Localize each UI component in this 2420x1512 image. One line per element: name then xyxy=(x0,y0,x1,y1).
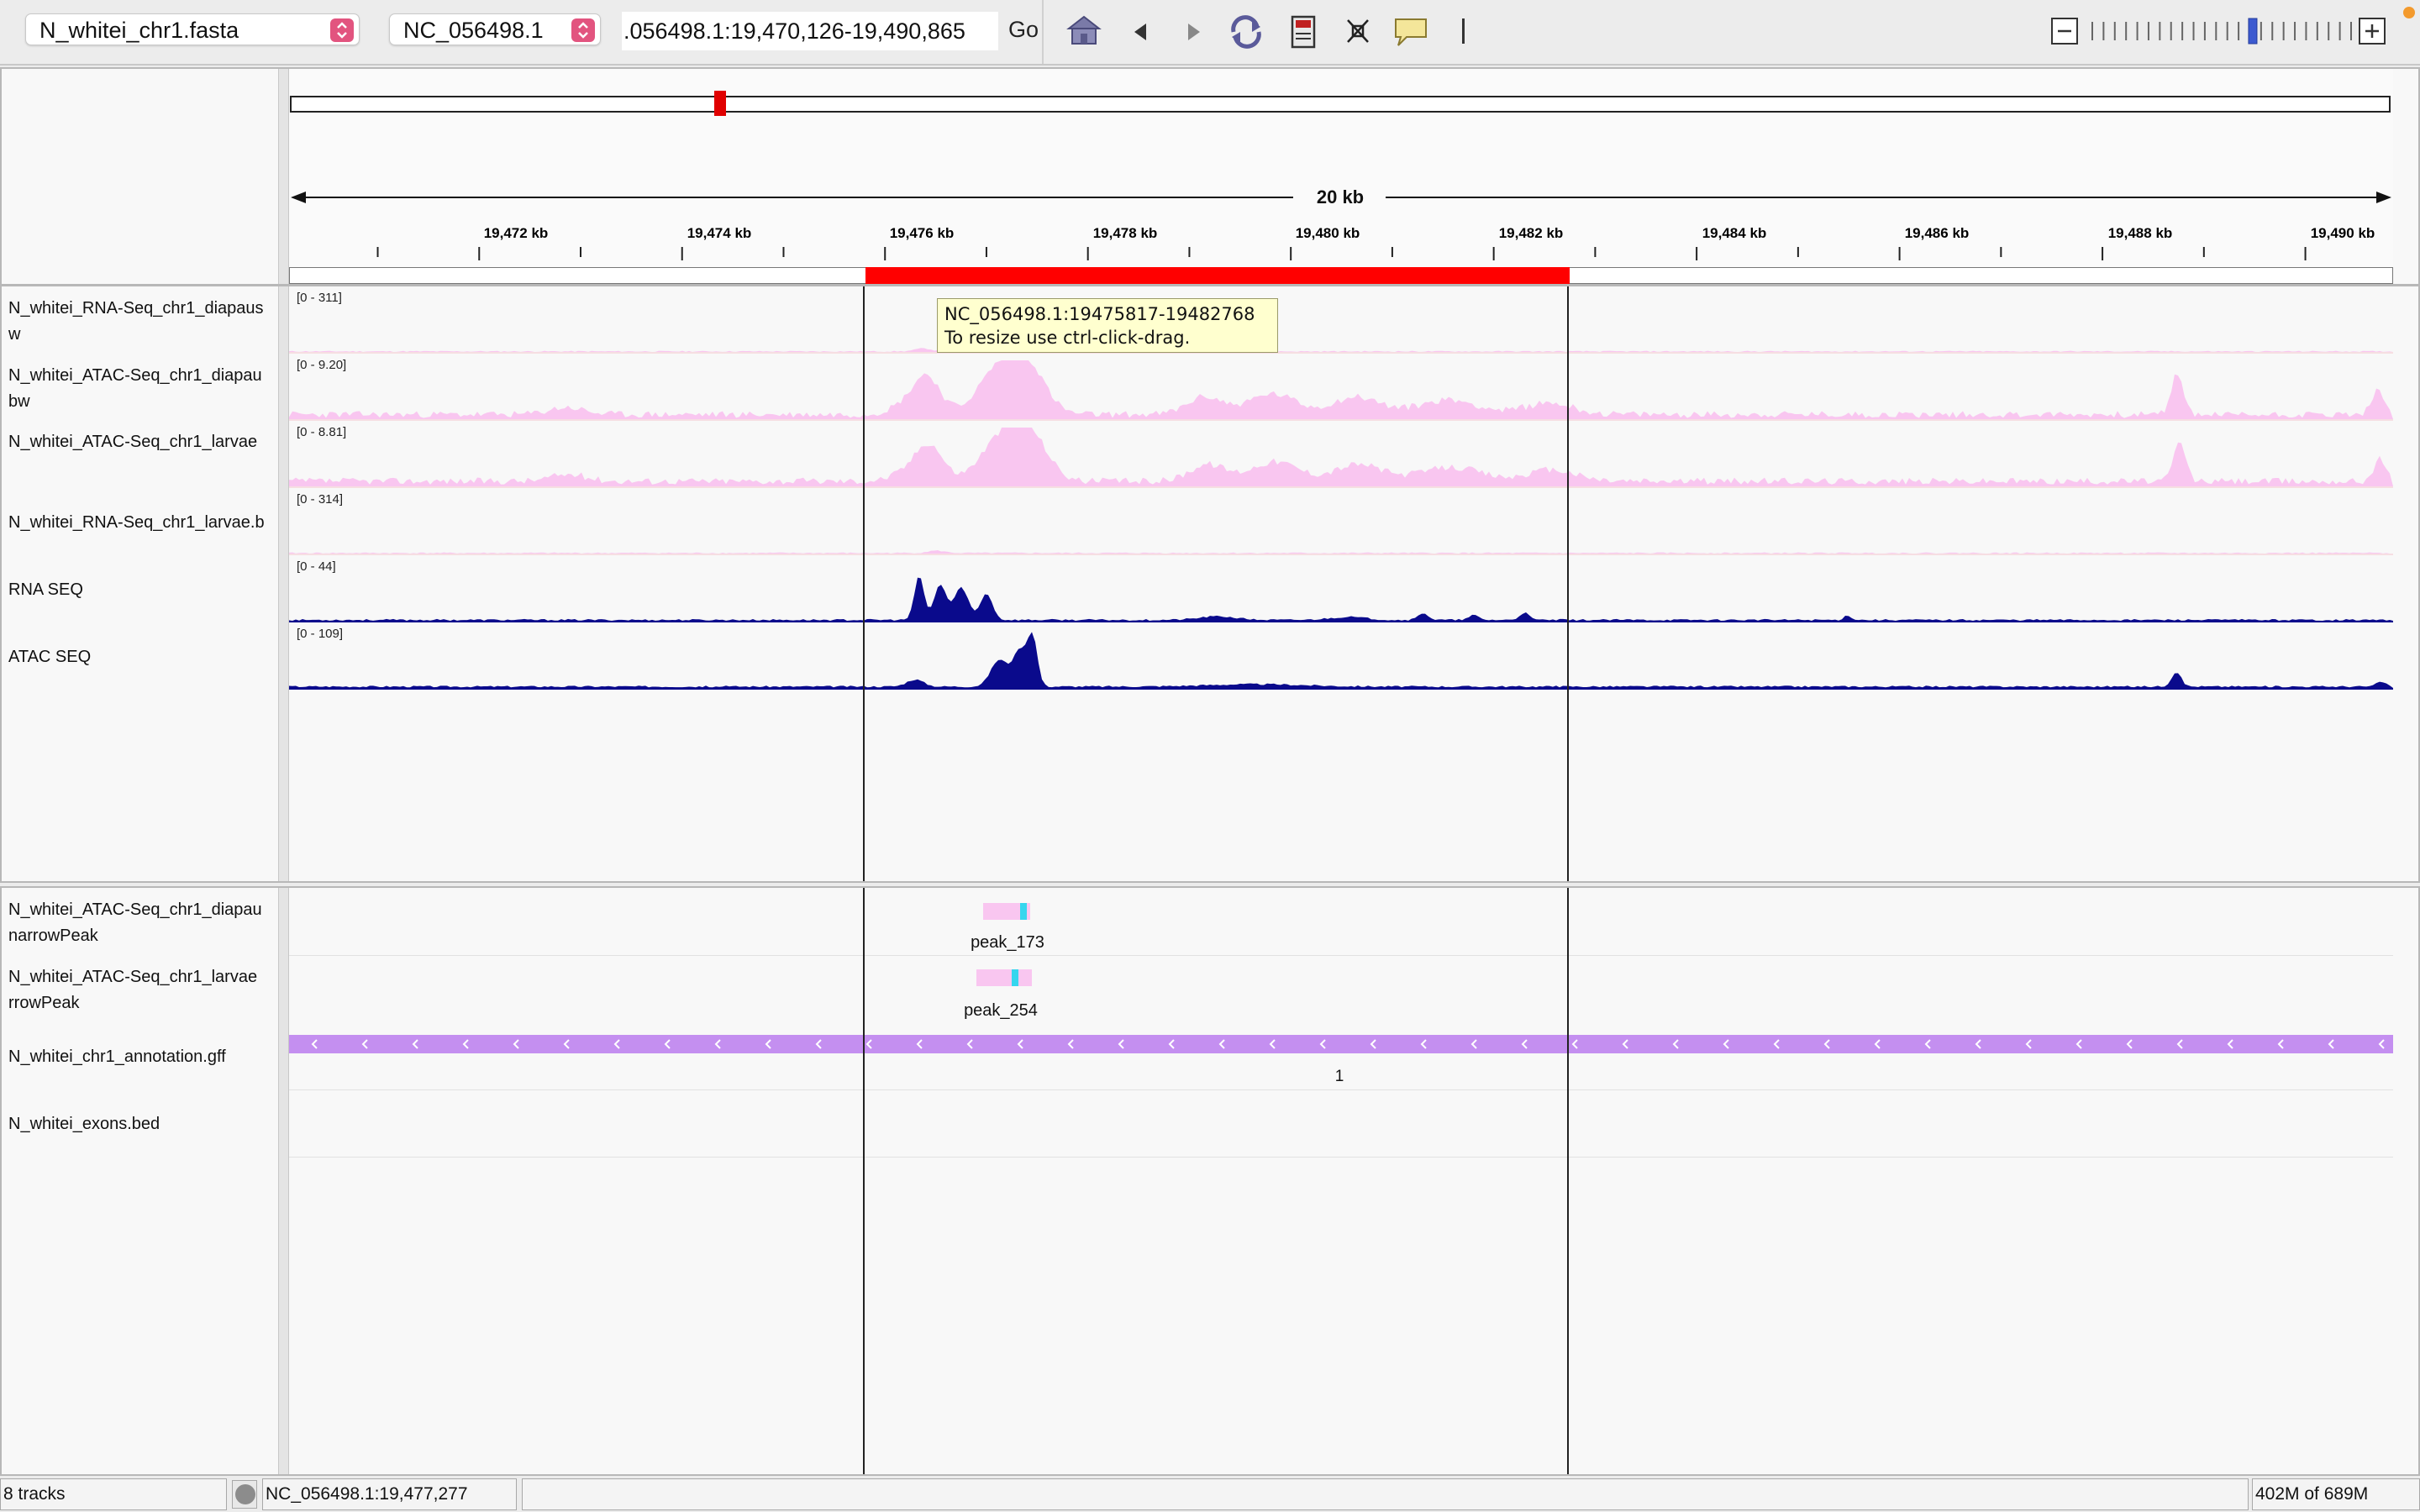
region-icon[interactable] xyxy=(1291,15,1316,49)
toolbar-separator xyxy=(1462,18,1465,44)
atac-seq-signal xyxy=(289,632,2393,688)
peak-feature[interactable] xyxy=(976,969,1032,986)
rna-seq-signal xyxy=(289,577,2393,621)
ruler-tick-label: 19,490 kb xyxy=(2310,225,2375,241)
atac-larvae-signal xyxy=(289,428,2393,486)
ruler-ticks xyxy=(376,247,2307,260)
genome-dropdown[interactable]: N_whitei_chr1.fasta xyxy=(25,13,360,45)
ruler-tick-label: 19,472 kb xyxy=(483,225,549,241)
track-name[interactable]: N_whitei_ATAC-Seq_chr1_larvae rrowPeak xyxy=(8,964,276,1016)
locus-input[interactable]: .056498.1:19,470,126-19,490,865 xyxy=(622,12,998,50)
cursor-position: NC_056498.1:19,477,277 xyxy=(262,1478,517,1510)
track-name[interactable]: N_whitei_exons.bed xyxy=(8,1111,276,1137)
tooltip-line: NC_056498.1:19475817-19482768 xyxy=(944,304,1255,324)
ruler-tick-label: 19,488 kb xyxy=(2107,225,2173,241)
window-indicator-icon xyxy=(2403,7,2415,18)
chromosome-dropdown[interactable]: NC_056498.1 xyxy=(389,13,601,45)
gene-feature[interactable] xyxy=(289,1035,2393,1053)
peak-label: peak_173 xyxy=(971,933,1044,952)
ruler-tick-label: 19,478 kb xyxy=(1092,225,1158,241)
track-separator xyxy=(289,1157,2393,1158)
roi-boundary-left xyxy=(863,888,865,1474)
ruler-tick-label: 19,480 kb xyxy=(1295,225,1360,241)
zoom-in-icon[interactable] xyxy=(2358,17,2386,45)
chromosome-ideogram[interactable] xyxy=(290,96,2391,113)
refresh-icon[interactable] xyxy=(1227,13,1265,50)
roi-boundary-right xyxy=(1567,888,1569,1474)
zoom-slider-thumb xyxy=(2248,18,2258,45)
dropdown-arrows-icon xyxy=(330,18,354,42)
peak-label: peak_254 xyxy=(964,1001,1038,1020)
fit-icon[interactable] xyxy=(1344,17,1371,45)
name-panel-divider[interactable] xyxy=(278,888,289,1474)
toolbar: N_whitei_chr1.fasta NC_056498.1 .056498.… xyxy=(0,0,2420,66)
track-data-range: [0 - 44] xyxy=(297,559,336,574)
status-message xyxy=(522,1478,2249,1510)
track-data-range: [0 - 109] xyxy=(297,627,344,641)
track-data-range: [0 - 314] xyxy=(297,492,344,507)
signal-tracks[interactable] xyxy=(289,286,2393,881)
track-name[interactable]: N_whitei_ATAC-Seq_chr1_larvae xyxy=(8,429,276,455)
track-data-range: [0 - 311] xyxy=(297,291,342,305)
ruler-tick-label: 19,482 kb xyxy=(1498,225,1564,241)
feature-tracks-area[interactable]: peak_173 peak_254 1 xyxy=(289,888,2393,1474)
ideogram-current-region xyxy=(714,91,726,116)
track-name[interactable]: N_whitei_ATAC-Seq_chr1_diapau narrowPeak xyxy=(8,897,276,949)
gene-label: 1 xyxy=(1334,1068,1344,1085)
track-separator xyxy=(289,955,2393,956)
status-indicator xyxy=(232,1480,257,1509)
ruler-scale-label: 20 kb xyxy=(1316,186,1365,207)
chromosome-dropdown-label: NC_056498.1 xyxy=(403,18,544,43)
atac-diapause-signal xyxy=(289,360,2393,419)
ruler-tick-label: 19,474 kb xyxy=(687,225,752,241)
roi-boundary-right xyxy=(1567,286,1569,881)
track-count: 8 tracks xyxy=(0,1478,227,1510)
rna-diapause-signal xyxy=(289,348,2393,352)
genome-dropdown-label: N_whitei_chr1.fasta xyxy=(39,18,239,43)
track-name[interactable]: N_whitei_RNA-Seq_chr1_diapaus w xyxy=(8,296,276,348)
name-panel-divider[interactable] xyxy=(278,69,289,284)
roi-tooltip: NC_056498.1:19475817-19482768 To resize … xyxy=(937,298,1278,353)
status-circle-icon xyxy=(235,1484,255,1504)
rna-larvae-signal xyxy=(289,550,2393,554)
peak-summit xyxy=(1012,969,1018,986)
tooltip-line: To resize use ctrl-click-drag. xyxy=(944,328,1191,348)
roi-boundary-left xyxy=(863,286,865,881)
track-separator xyxy=(289,1089,2393,1090)
zoom-out-icon[interactable] xyxy=(2050,17,2079,45)
region-of-interest-bar[interactable] xyxy=(865,267,1570,284)
dropdown-arrows-icon xyxy=(571,18,595,42)
track-data-range: [0 - 8.81] xyxy=(297,425,347,439)
track-name[interactable]: N_whitei_ATAC-Seq_chr1_diapau bw xyxy=(8,363,276,415)
ruler-tick-label: 19,476 kb xyxy=(889,225,955,241)
track-data-range: [0 - 9.20] xyxy=(297,358,347,372)
track-name[interactable]: N_whitei_chr1_annotation.gff xyxy=(8,1044,276,1070)
peak-summit xyxy=(1020,903,1027,920)
track-name[interactable]: ATAC SEQ xyxy=(8,644,276,670)
name-panel-divider[interactable] xyxy=(278,286,289,881)
ruler[interactable]: 19,472 kb 19,474 kb 19,476 kb 19,478 kb … xyxy=(289,218,2393,269)
memory-usage[interactable]: 402M of 689M xyxy=(2252,1478,2420,1510)
popup-icon[interactable] xyxy=(1393,17,1428,49)
go-button[interactable]: Go xyxy=(1008,17,1039,43)
zoom-slider[interactable] xyxy=(2087,17,2356,45)
track-name[interactable]: RNA SEQ xyxy=(8,577,276,603)
forward-icon[interactable] xyxy=(1185,22,1202,42)
track-name[interactable]: N_whitei_RNA-Seq_chr1_larvae.b xyxy=(8,510,276,536)
home-icon[interactable] xyxy=(1065,13,1102,47)
ruler-tick-label: 19,484 kb xyxy=(1702,225,1767,241)
toolbar-divider xyxy=(1042,0,1044,64)
ruler-tick-label: 19,486 kb xyxy=(1904,225,1970,241)
back-icon[interactable] xyxy=(1133,22,1150,42)
